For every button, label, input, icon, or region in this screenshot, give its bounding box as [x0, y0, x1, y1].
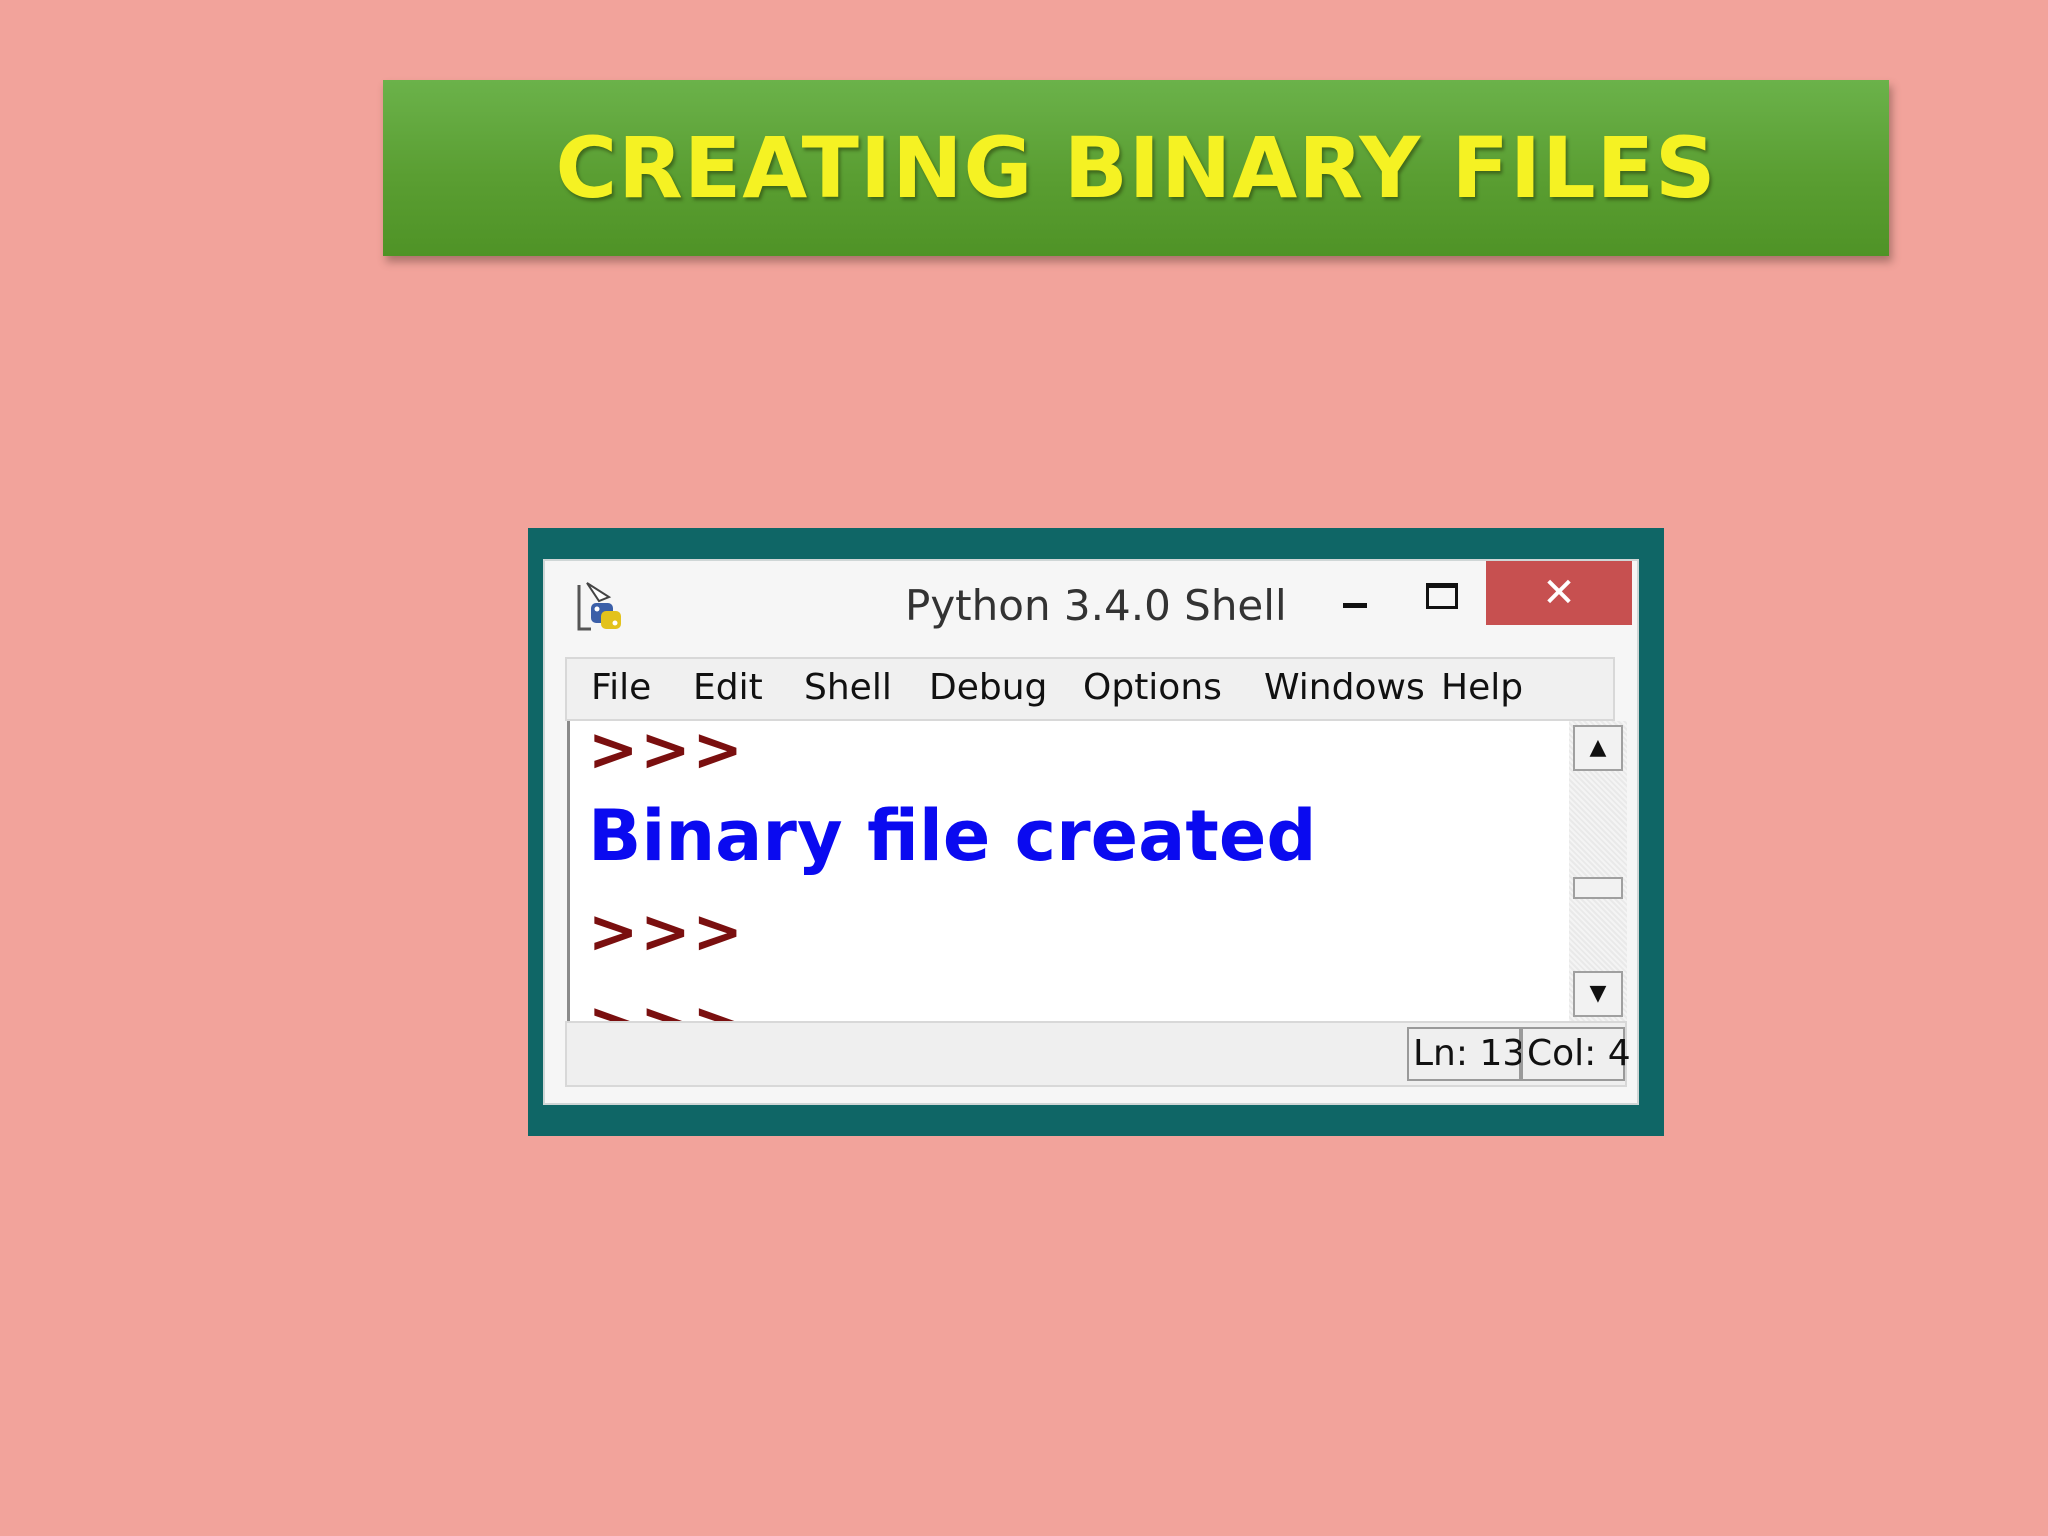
- minimize-button[interactable]: [1335, 583, 1375, 623]
- menu-help[interactable]: Help: [1441, 667, 1523, 708]
- shell-prompt: >>>: [588, 897, 745, 967]
- vertical-scrollbar[interactable]: ▲ ▼: [1569, 721, 1627, 1021]
- title-bar[interactable]: Python 3.4.0 Shell ✕: [545, 561, 1637, 657]
- title-banner: CREATING BINARY FILES: [383, 80, 1889, 256]
- menu-bar: File Edit Shell Debug Options Windows He…: [565, 657, 1615, 721]
- arrow-down-icon: ▼: [1589, 981, 1607, 1006]
- scroll-up-button[interactable]: ▲: [1573, 725, 1623, 771]
- menu-debug[interactable]: Debug: [929, 667, 1047, 708]
- menu-options[interactable]: Options: [1083, 667, 1222, 708]
- menu-windows[interactable]: Windows: [1264, 667, 1425, 708]
- python-idle-icon: [577, 582, 621, 631]
- close-icon: ✕: [1542, 570, 1576, 616]
- shell-text-area[interactable]: >>> Binary file created >>> >>>: [567, 721, 1569, 1021]
- shell-prompt: >>>: [588, 989, 745, 1021]
- status-line-number: Ln: 13: [1407, 1027, 1525, 1081]
- screenshot-frame: Python 3.4.0 Shell ✕ File Edit Shell Deb…: [528, 528, 1664, 1136]
- arrow-up-icon: ▲: [1589, 735, 1607, 760]
- slide-title: CREATING BINARY FILES: [555, 119, 1717, 217]
- menu-shell[interactable]: Shell: [804, 667, 892, 708]
- menu-file[interactable]: File: [591, 667, 651, 708]
- scroll-down-button[interactable]: ▼: [1573, 971, 1623, 1017]
- shell-output: Binary file created: [588, 795, 1317, 877]
- window-title: Python 3.4.0 Shell: [905, 581, 1287, 630]
- status-column-number: Col: 4: [1521, 1027, 1631, 1081]
- close-button[interactable]: ✕: [1486, 561, 1632, 625]
- status-bar: Ln: 13 Col: 4: [565, 1021, 1631, 1087]
- menu-edit[interactable]: Edit: [693, 667, 763, 708]
- shell-prompt: >>>: [588, 721, 745, 785]
- maximize-button[interactable]: [1422, 577, 1462, 617]
- scroll-thumb[interactable]: [1573, 877, 1623, 899]
- python-shell-window: Python 3.4.0 Shell ✕ File Edit Shell Deb…: [543, 559, 1639, 1105]
